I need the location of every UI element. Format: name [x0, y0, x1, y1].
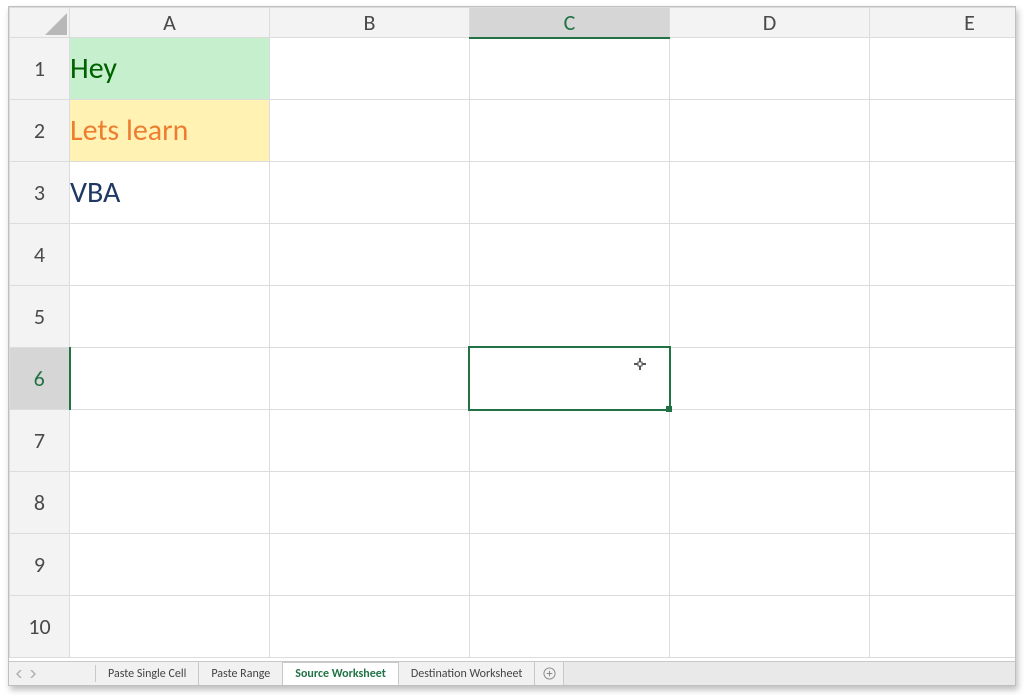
row-header-7[interactable]: 7: [10, 410, 70, 472]
spreadsheet-frame: A B C D E 1 Hey: [8, 6, 1016, 686]
cell-C1[interactable]: [470, 38, 670, 100]
row-header-9[interactable]: 9: [10, 534, 70, 596]
sheet-tab-destination-worksheet[interactable]: Destination Worksheet: [399, 662, 536, 685]
row-header-4[interactable]: 4: [10, 224, 70, 286]
cell-E2[interactable]: [870, 100, 1016, 162]
cell-B2[interactable]: [270, 100, 470, 162]
cell-C5[interactable]: [470, 286, 670, 348]
row-header-10[interactable]: 10: [10, 596, 70, 658]
new-sheet-button[interactable]: [535, 662, 563, 685]
cell-E10[interactable]: [870, 596, 1016, 658]
cell-E4[interactable]: [870, 224, 1016, 286]
cell-B7[interactable]: [270, 410, 470, 472]
sheet-tab-bar: Paste Single Cell Paste Range Source Wor…: [9, 661, 1015, 685]
cell-A5[interactable]: [70, 286, 270, 348]
cell-C9[interactable]: [470, 534, 670, 596]
cell-E7[interactable]: [870, 410, 1016, 472]
cell-B9[interactable]: [270, 534, 470, 596]
column-header-E[interactable]: E: [870, 8, 1016, 38]
cell-C7[interactable]: [470, 410, 670, 472]
cell-A6[interactable]: [70, 348, 270, 410]
cell-D10[interactable]: [670, 596, 870, 658]
cell-E6[interactable]: [870, 348, 1016, 410]
cell-E8[interactable]: [870, 472, 1016, 534]
cell-D3[interactable]: [670, 162, 870, 224]
cell-B8[interactable]: [270, 472, 470, 534]
cell-D4[interactable]: [670, 224, 870, 286]
sheet-tab-paste-single-cell[interactable]: Paste Single Cell: [96, 662, 199, 685]
cell-A7[interactable]: [70, 410, 270, 472]
row-header-2[interactable]: 2: [10, 100, 70, 162]
row-header-8[interactable]: 8: [10, 472, 70, 534]
cell-B3[interactable]: [270, 162, 470, 224]
cell-D5[interactable]: [670, 286, 870, 348]
cell-C10[interactable]: [470, 596, 670, 658]
select-all-corner[interactable]: [10, 8, 70, 38]
tab-nav: [9, 662, 43, 685]
sheet-tab-source-worksheet[interactable]: Source Worksheet: [283, 662, 399, 686]
spreadsheet-window: A B C D E 1 Hey: [0, 0, 1024, 695]
cell-B10[interactable]: [270, 596, 470, 658]
cell-A3[interactable]: VBA: [70, 162, 270, 224]
cell-E3[interactable]: [870, 162, 1016, 224]
cell-E9[interactable]: [870, 534, 1016, 596]
cell-D2[interactable]: [670, 100, 870, 162]
tab-nav-prev-icon[interactable]: [15, 669, 25, 679]
cell-B4[interactable]: [270, 224, 470, 286]
row-header-6[interactable]: 6: [10, 348, 70, 410]
cell-B6[interactable]: [270, 348, 470, 410]
cell-D8[interactable]: [670, 472, 870, 534]
row-header-5[interactable]: 5: [10, 286, 70, 348]
row-header-1[interactable]: 1: [10, 38, 70, 100]
column-header-A[interactable]: A: [70, 8, 270, 38]
cell-E5[interactable]: [870, 286, 1016, 348]
row-header-3[interactable]: 3: [10, 162, 70, 224]
cell-D6[interactable]: [670, 348, 870, 410]
cell-A2[interactable]: Lets learn: [70, 100, 270, 162]
cell-D9[interactable]: [670, 534, 870, 596]
cell-D7[interactable]: [670, 410, 870, 472]
cell-C8[interactable]: [470, 472, 670, 534]
cell-C2[interactable]: [470, 100, 670, 162]
sheet-table: A B C D E 1 Hey: [9, 7, 1015, 658]
cell-A9[interactable]: [70, 534, 270, 596]
cell-A8[interactable]: [70, 472, 270, 534]
horizontal-scroll-track[interactable]: [563, 662, 1015, 685]
column-header-D[interactable]: D: [670, 8, 870, 38]
tab-nav-next-icon[interactable]: [27, 669, 37, 679]
cell-A10[interactable]: [70, 596, 270, 658]
column-header-C[interactable]: C: [470, 8, 670, 38]
cell-A4[interactable]: [70, 224, 270, 286]
column-header-B[interactable]: B: [270, 8, 470, 38]
cell-C3[interactable]: [470, 162, 670, 224]
cell-E1[interactable]: [870, 38, 1016, 100]
cell-B5[interactable]: [270, 286, 470, 348]
sheet-tab-paste-range[interactable]: Paste Range: [199, 662, 283, 685]
cell-B1[interactable]: [270, 38, 470, 100]
cell-A1[interactable]: Hey: [70, 38, 270, 100]
cell-D1[interactable]: [670, 38, 870, 100]
cell-C4[interactable]: [470, 224, 670, 286]
cell-grid[interactable]: A B C D E 1 Hey: [9, 7, 1015, 661]
cell-C6[interactable]: [470, 348, 670, 410]
